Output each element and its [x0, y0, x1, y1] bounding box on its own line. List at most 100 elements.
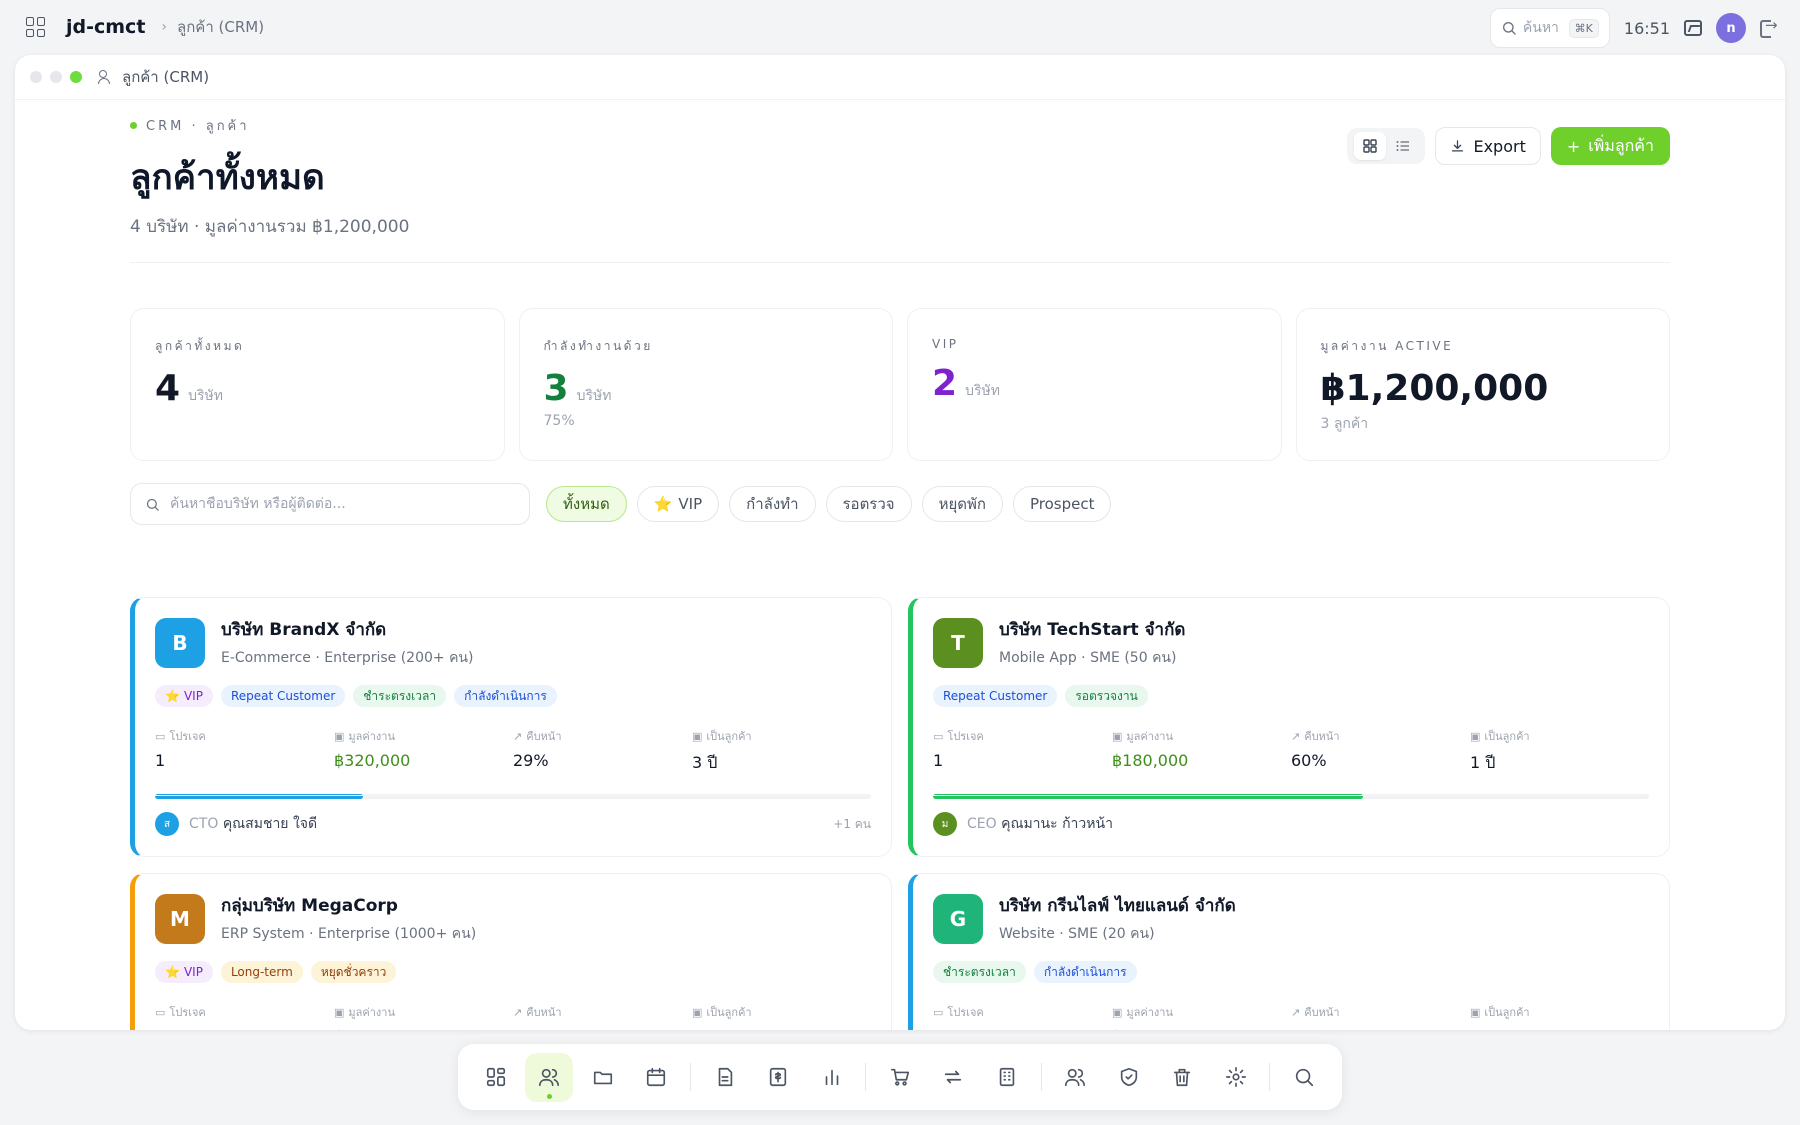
metric-since: ▣เป็นลูกค้า 5 ปี — [692, 1003, 871, 1031]
customer-card[interactable]: B บริษัท BrandX จำกัด E-Commerce · Enterpr… — [130, 597, 892, 857]
metric-label: ▣ มูลค่างาน — [1112, 1003, 1291, 1021]
company-meta: E-Commerce · Enterprise (200+ คน) — [221, 650, 474, 666]
dock-item-calendar[interactable] — [632, 1053, 679, 1102]
filter-chip[interactable]: หยุดพัก — [921, 486, 1003, 522]
star-icon: ⭐ — [165, 965, 180, 979]
filter-chip[interactable]: รอตรวจ — [825, 486, 912, 522]
user-avatar[interactable]: n — [1716, 13, 1746, 43]
customer-card[interactable]: G บริษัท กรีนไลฟ์ ไทยแลนด์ จำกัด Website ·… — [908, 873, 1670, 1030]
company-name[interactable]: บริษัท TechStart จำกัด — [999, 616, 1185, 643]
stat-card: ลูกค้าทั้งหมด 4 บริษัท — [130, 308, 505, 461]
add-customer-button[interactable]: + เพิ่มลูกค้า — [1550, 127, 1670, 165]
plus-icon: + — [1566, 136, 1581, 156]
dock-item-team[interactable] — [1052, 1053, 1099, 1102]
tag: Repeat Customer — [220, 685, 346, 707]
metric-label: ▣ เป็นลูกค้า — [692, 727, 871, 745]
metric-projects: ▭โปรเจค1 — [933, 727, 1112, 776]
dock-item-search[interactable] — [1280, 1053, 1327, 1102]
dock-item-document[interactable] — [701, 1053, 748, 1102]
metric-value: ▣มูลค่างาน฿580,000 — [334, 1003, 513, 1031]
company-logo: G — [933, 893, 983, 944]
tag: รอตรวจงาน — [1065, 685, 1148, 707]
export-label: Export — [1473, 136, 1526, 156]
dock-item-cart[interactable] — [876, 1053, 923, 1102]
folder-icon: ▭ — [155, 729, 166, 743]
metric-label: ▣ มูลค่างาน — [1112, 727, 1291, 745]
window-close-button[interactable] — [30, 71, 42, 83]
list-view-button[interactable] — [1387, 132, 1419, 160]
grid-view-button[interactable] — [1353, 132, 1386, 160]
metric-label: ▣ เป็นลูกค้า — [1470, 1003, 1649, 1021]
tag-list: ชำระตรงเวลา กำลังดำเนินการ — [933, 961, 1649, 983]
dock-item-dashboard[interactable] — [472, 1053, 519, 1102]
search-shortcut: ⌘K — [1568, 18, 1599, 38]
metric-label-text: เป็นลูกค้า — [1484, 1006, 1530, 1019]
filter-chip-label: หยุดพัก — [938, 495, 986, 513]
dock-item-folder[interactable] — [579, 1053, 626, 1102]
contact-avatar: ส — [155, 812, 179, 836]
metric-value: 0% — [513, 1027, 692, 1030]
calendar-icon: ▣ — [334, 1005, 345, 1019]
dock-item-shield[interactable] — [1105, 1053, 1152, 1102]
primary-contact: ส CTO คุณสมชาย ใจดี +1 คน — [155, 795, 871, 836]
dock-item-trash[interactable] — [1159, 1053, 1206, 1102]
filter-chip[interactable]: ⭐ VIP — [636, 486, 720, 522]
metric-label-text: คืบหน้า — [1304, 730, 1340, 743]
invoice-icon — [769, 1067, 787, 1087]
dock-item-customers[interactable] — [525, 1052, 573, 1102]
calendar-icon: ▣ — [334, 729, 345, 743]
dashboard-icon — [486, 1067, 505, 1087]
metric-value: 1 — [155, 751, 166, 770]
primary-contact: ม CEO คุณมานะ ก้าวหน้า — [933, 795, 1649, 836]
image-icon[interactable] — [1684, 20, 1702, 36]
metric-label: ▣ เป็นลูกค้า — [692, 1003, 871, 1021]
window-maximize-button[interactable] — [70, 71, 82, 83]
window-titlebar: ลูกค้า (CRM) — [15, 55, 1785, 100]
dock-item-building[interactable] — [983, 1053, 1030, 1102]
customer-search-input[interactable] — [170, 496, 515, 512]
filter-chip[interactable]: กำลังทำ — [729, 486, 816, 522]
customer-card-header: B บริษัท BrandX จำกัด E-Commerce · Enterpr… — [155, 616, 871, 669]
logout-icon[interactable] — [1760, 16, 1778, 38]
company-name[interactable]: บริษัท BrandX จำกัด — [221, 616, 473, 643]
search-icon — [146, 498, 159, 511]
filter-chip[interactable]: Prospect — [1012, 486, 1112, 522]
metric-label: ▭ โปรเจค — [155, 1003, 334, 1021]
contact-name-text: คุณมานะ ก้าวหน้า — [1001, 816, 1113, 832]
metric-value: ▣ มูลค่างาน ฿320,000 — [334, 727, 513, 776]
metric-value: 29% — [513, 751, 549, 770]
window-minimize-button[interactable] — [50, 71, 62, 83]
stat-sub: 75% — [543, 413, 575, 429]
company-name[interactable]: กลุ่มบริษัท MegaCorp — [221, 892, 476, 919]
filter-chip-label: รอตรวจ — [842, 495, 895, 513]
dock-item-bar-chart[interactable] — [808, 1053, 855, 1102]
workspace-name[interactable]: jd-cmct — [66, 16, 145, 38]
calendar-icon: ▣ — [1112, 1005, 1123, 1019]
filter-chip-label: กำลังทำ — [746, 495, 799, 513]
download-icon — [1452, 139, 1464, 151]
company-name[interactable]: บริษัท กรีนไลฟ์ ไทยแลนด์ จำกัด — [999, 892, 1236, 919]
dock-item-settings[interactable] — [1212, 1053, 1259, 1102]
export-button[interactable]: Export — [1435, 127, 1541, 165]
stat-value: 4 — [155, 368, 181, 409]
metric-label: ↗ คืบหน้า — [513, 1003, 692, 1021]
tag-label: ชำระตรงเวลา — [363, 688, 437, 703]
apps-grid-icon[interactable] — [26, 17, 46, 37]
global-search-button[interactable]: ค้นหา ⌘K — [1489, 8, 1610, 48]
dock-item-repeat[interactable] — [930, 1053, 977, 1102]
more-contacts[interactable]: +1 คน — [833, 815, 871, 834]
tag-label: VIP — [183, 689, 203, 703]
list-icon — [1396, 141, 1409, 151]
customer-card[interactable]: T บริษัท TechStart จำกัด Mobile App · SME … — [908, 597, 1670, 857]
shield-icon — [1120, 1067, 1137, 1087]
customer-card[interactable]: M กลุ่มบริษัท MegaCorp ERP System · Enterp… — [130, 873, 892, 1030]
tag: Repeat Customer — [933, 685, 1058, 707]
company-logo: M — [155, 893, 205, 944]
metric-label: ▣ เป็นลูกค้า — [1470, 727, 1649, 745]
filter-chip[interactable]: ทั้งหมด — [546, 486, 627, 522]
stat-value: ฿1,200,000 — [1320, 368, 1549, 409]
dock-item-invoice[interactable] — [754, 1053, 801, 1102]
metric-label-text: คืบหน้า — [1304, 1006, 1340, 1019]
breadcrumb[interactable]: ลูกค้า (CRM) — [177, 15, 264, 39]
metric-progress: ↗ คืบหน้า 60% — [1291, 727, 1470, 776]
